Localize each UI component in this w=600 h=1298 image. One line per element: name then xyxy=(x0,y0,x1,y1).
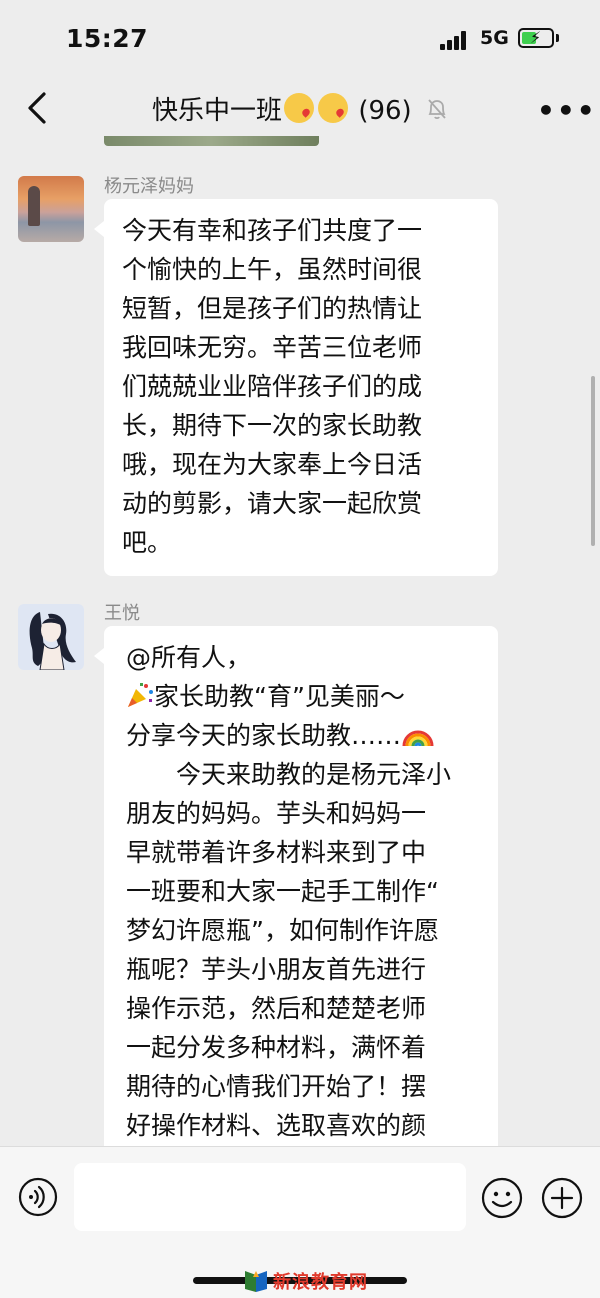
post-headline: 家长助教“育”见美丽～ xyxy=(154,682,405,711)
watermark-text: 新浪教育网 xyxy=(273,1272,368,1293)
mention[interactable]: @所有人， xyxy=(126,638,480,677)
signal-icon xyxy=(440,30,470,50)
message-line: 们兢兢业业陪伴孩子们的成 xyxy=(122,372,423,401)
kissing-face-icon xyxy=(284,93,315,123)
message-line: 吧。 xyxy=(122,528,173,557)
message-line: 朋友的妈妈。芋头和妈妈一 xyxy=(126,799,427,828)
message-line: 哦，现在为大家奉上今日活 xyxy=(122,450,423,479)
member-count: (96) xyxy=(358,96,412,126)
message-line: 梦幻许愿瓶”，如何制作许愿 xyxy=(126,916,439,945)
girl-illustration-icon xyxy=(29,612,76,670)
sender-name: 王悦 xyxy=(104,603,140,624)
message-line: 瓶呢？芋头小朋友首先进行 xyxy=(126,955,427,984)
bell-slash-icon xyxy=(428,99,446,120)
status-bar: 15:27 5G ⚡ xyxy=(0,0,600,80)
message-line: 个愉快的上午，虽然时间很 xyxy=(122,255,423,284)
status-time: 15:27 xyxy=(66,24,149,53)
message-line: 操作示范，然后和楚楚老师 xyxy=(126,994,427,1023)
message-line: 今天有幸和孩子们共度了一 xyxy=(122,216,423,245)
sender-name: 杨元泽妈妈 xyxy=(104,176,194,197)
chat-header: 快乐中一班 (96) ••• xyxy=(0,80,600,136)
message-line: 动的剪影，请大家一起欣赏 xyxy=(122,489,423,518)
message-line: 一班要和大家一起手工制作“ xyxy=(126,877,439,906)
message-line: 期待的心情我们开始了！摆 xyxy=(126,1072,427,1101)
book-logo-icon xyxy=(245,1271,267,1292)
voice-icon[interactable] xyxy=(18,1177,58,1217)
scrollbar[interactable] xyxy=(591,376,595,546)
message-line: 短暂，但是孩子们的热情让 xyxy=(122,294,423,323)
post-subline: 分享今天的家长助教…… xyxy=(126,721,402,750)
message-line: 一起分发多种材料，满怀着 xyxy=(126,1033,427,1062)
ellipsis-icon[interactable]: ••• xyxy=(537,94,597,127)
message-bubble[interactable]: @所有人， 家长助教“育”见美丽～ 分享今天的家长助教…… 今天来助教的是杨元泽… xyxy=(94,626,498,1146)
group-name: 快乐中一班 xyxy=(152,96,283,126)
charging-icon: ⚡ xyxy=(530,28,542,47)
group-title[interactable]: 快乐中一班 (96) xyxy=(0,90,600,127)
message-bubble[interactable]: 今天有幸和孩子们共度了一 个愉快的上午，虽然时间很 短暂，但是孩子们的热情让 我… xyxy=(94,199,498,576)
message-line: 今天来助教的是杨元泽小 xyxy=(126,760,452,789)
message-line: 好操作材料、选取喜欢的颜 xyxy=(126,1111,427,1140)
message-input[interactable] xyxy=(74,1163,466,1231)
smiley-icon[interactable] xyxy=(481,1177,523,1219)
plus-circle-icon[interactable] xyxy=(541,1177,583,1219)
image-message-fragment[interactable] xyxy=(104,136,319,146)
avatar[interactable] xyxy=(18,176,84,242)
watermark: 新浪教育网 xyxy=(243,1268,368,1294)
kissing-face-icon xyxy=(318,93,349,123)
message-line: 我回味无穷。辛苦三位老师 xyxy=(122,333,423,362)
rainbow-icon xyxy=(402,730,434,747)
message-line: 早就带着许多材料来到了中 xyxy=(126,838,427,867)
avatar[interactable] xyxy=(18,604,84,670)
party-popper-icon xyxy=(128,683,153,707)
network-label: 5G xyxy=(480,27,509,49)
message-line: 长，期待下一次的家长助教 xyxy=(122,411,423,440)
message-list[interactable]: 杨元泽妈妈 今天有幸和孩子们共度了一 个愉快的上午，虽然时间很 短暂，但是孩子们… xyxy=(0,136,600,1146)
